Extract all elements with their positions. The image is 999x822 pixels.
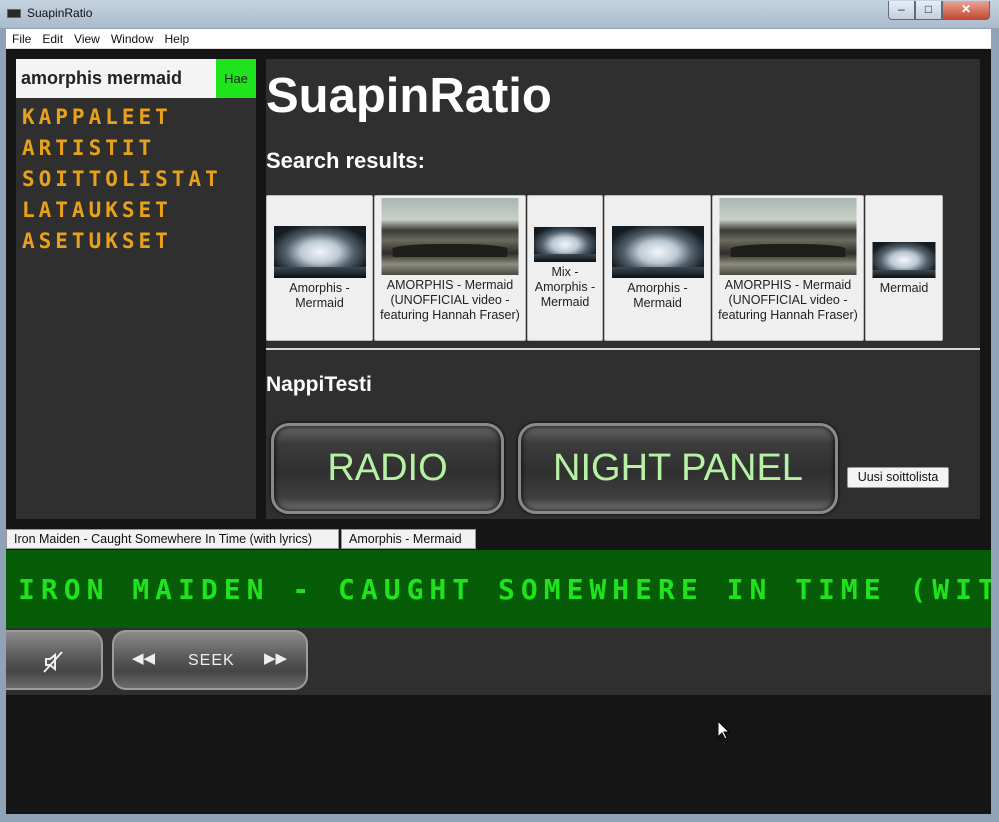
result-thumbnail xyxy=(534,227,596,262)
menu-window[interactable]: Window xyxy=(105,29,159,46)
search-input[interactable] xyxy=(16,59,216,98)
result-thumbnail xyxy=(381,198,519,275)
result-thumbnail xyxy=(872,242,936,278)
speaker-muted-icon xyxy=(43,651,63,673)
sidebar: Hae KAPPALEET ARTISTIT SOITTOLISTAT LATA… xyxy=(16,59,256,519)
menu-file[interactable]: File xyxy=(6,29,36,46)
result-card[interactable]: Mix - Amorphis - Mermaid xyxy=(527,195,603,341)
nav-item-artistit[interactable]: ARTISTIT xyxy=(22,136,222,167)
night-panel-button[interactable]: NIGHT PANEL xyxy=(518,423,838,514)
result-card[interactable]: AMORPHIS - Mermaid (UNOFFICIAL video - f… xyxy=(374,195,526,341)
seek-button[interactable]: ◀◀ SEEK ▶▶ xyxy=(112,630,308,690)
mouse-cursor-icon xyxy=(718,721,730,740)
search-results-heading: Search results: xyxy=(266,148,425,173)
nav-item-soittolistat[interactable]: SOITTOLISTAT xyxy=(22,167,222,198)
mute-button[interactable] xyxy=(6,630,103,690)
result-card[interactable]: Amorphis - Mermaid xyxy=(266,195,373,341)
tab-amorphis[interactable]: Amorphis - Mermaid xyxy=(341,529,476,549)
result-thumbnail xyxy=(273,226,366,278)
minimize-button[interactable]: – xyxy=(888,1,915,20)
tab-iron-maiden[interactable]: Iron Maiden - Caught Somewhere In Time (… xyxy=(6,529,339,549)
transport-bar: ◀◀ SEEK ▶▶ xyxy=(6,628,991,695)
title-bar[interactable]: SuapinRatio – □ ✕ xyxy=(0,0,999,28)
result-thumbnail xyxy=(719,198,857,275)
nappitesti-heading: NappiTesti xyxy=(266,373,372,396)
night-panel-button-label: NIGHT PANEL xyxy=(553,447,803,489)
app-window: SuapinRatio – □ ✕ File Edit View Window Help… xyxy=(0,0,999,822)
maximize-button[interactable]: □ xyxy=(915,1,942,20)
seek-label: SEEK xyxy=(188,652,235,669)
app-icon xyxy=(7,9,21,18)
page-title: SuapinRatio xyxy=(266,69,552,123)
close-button[interactable]: ✕ xyxy=(942,1,990,20)
search-button[interactable]: Hae xyxy=(216,59,256,98)
result-thumbnail xyxy=(611,226,704,278)
window-title: SuapinRatio xyxy=(27,6,93,20)
result-card[interactable]: Amorphis - Mermaid xyxy=(604,195,711,341)
nav-item-lataukset[interactable]: LATAUKSET xyxy=(22,198,222,229)
result-card[interactable]: AMORPHIS - Mermaid (UNOFFICIAL video - f… xyxy=(712,195,864,341)
result-caption: Mix - Amorphis - Mermaid xyxy=(534,265,596,309)
nav-item-asetukset[interactable]: ASETUKSET xyxy=(22,229,222,260)
menu-view[interactable]: View xyxy=(68,29,105,46)
result-caption: Mermaid xyxy=(879,281,929,295)
result-caption: AMORPHIS - Mermaid (UNOFFICIAL video - f… xyxy=(380,278,520,322)
result-caption: AMORPHIS - Mermaid (UNOFFICIAL video - f… xyxy=(718,278,858,322)
new-playlist-button[interactable]: Uusi soittolista xyxy=(847,467,949,488)
radio-button[interactable]: RADIO xyxy=(271,423,504,514)
result-caption: Amorphis - Mermaid xyxy=(627,281,688,310)
now-playing-display: IRON MAIDEN - CAUGHT SOMEWHERE IN TIME (… xyxy=(6,550,991,628)
section-divider xyxy=(266,348,980,350)
menu-edit[interactable]: Edit xyxy=(36,29,68,46)
menu-bar: File Edit View Window Help xyxy=(6,29,991,49)
now-playing-text: IRON MAIDEN - CAUGHT SOMEWHERE IN TIME (… xyxy=(18,573,991,606)
menu-help[interactable]: Help xyxy=(159,29,195,46)
main-panel: SuapinRatio Search results: Amorphis - M… xyxy=(266,59,980,519)
fast-forward-icon[interactable]: ▶▶ xyxy=(264,649,287,667)
rewind-icon[interactable]: ◀◀ xyxy=(132,649,155,667)
client-area: FileEditViewWindowHelp Hae KAPPALEET ART… xyxy=(6,29,991,814)
result-caption: Amorphis - Mermaid xyxy=(289,281,350,310)
radio-button-label: RADIO xyxy=(327,447,448,489)
sidebar-nav: KAPPALEET ARTISTIT SOITTOLISTAT LATAUKSE… xyxy=(22,105,222,260)
result-card[interactable]: Mermaid xyxy=(865,195,943,341)
nav-item-kappaleet[interactable]: KAPPALEET xyxy=(22,105,222,136)
